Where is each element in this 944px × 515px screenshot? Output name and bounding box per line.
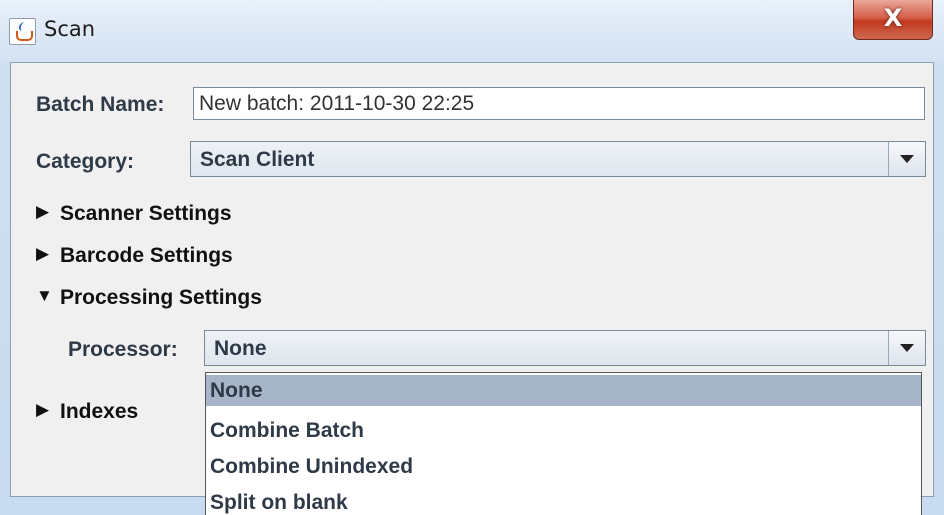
section-label: Indexes (60, 400, 139, 423)
collapse-arrow-icon: ▼ (36, 286, 53, 305)
dropdown-option-combine-unindexed[interactable]: Combine Unindexed (206, 451, 921, 482)
chevron-down-icon (900, 344, 914, 352)
batch-name-label: Batch Name: (36, 93, 165, 116)
window-title: Scan (44, 17, 96, 41)
category-label: Category: (36, 150, 135, 173)
dropdown-option-none[interactable]: None (206, 375, 921, 406)
chevron-down-icon (900, 155, 914, 163)
section-label: Scanner Settings (60, 202, 232, 225)
close-icon: X (883, 4, 903, 32)
section-barcode-settings[interactable]: ▶ Barcode Settings (36, 241, 276, 271)
processor-label: Processor: (68, 338, 178, 361)
category-dropdown-button[interactable] (888, 142, 925, 176)
processor-dropdown-list: None Combine Batch Combine Unindexed Spl… (205, 372, 922, 515)
processor-select[interactable]: None (204, 330, 926, 366)
close-button[interactable]: X (853, 0, 933, 40)
category-select[interactable]: Scan Client (190, 141, 926, 177)
expand-arrow-icon: ▶ (36, 202, 50, 221)
section-indexes[interactable]: ▶ Indexes (36, 397, 186, 427)
section-label: Barcode Settings (60, 244, 233, 267)
processor-dropdown-button[interactable] (888, 331, 925, 365)
batch-name-input[interactable] (193, 87, 925, 120)
expand-arrow-icon: ▶ (36, 244, 50, 263)
scan-dialog: Scan X Batch Name: Category: Scan Client… (0, 0, 944, 515)
title-bar: Scan X (0, 0, 944, 62)
category-value: Scan Client (200, 148, 315, 171)
java-icon (9, 18, 36, 45)
dropdown-option-split-on-blank[interactable]: Split on blank (206, 487, 921, 515)
section-label: Processing Settings (60, 286, 262, 309)
expand-arrow-icon: ▶ (36, 400, 50, 419)
section-scanner-settings[interactable]: ▶ Scanner Settings (36, 199, 276, 229)
dropdown-option-combine-batch[interactable]: Combine Batch (206, 415, 921, 446)
section-processing-settings[interactable]: ▼ Processing Settings (36, 283, 306, 313)
processor-value: None (214, 337, 267, 360)
